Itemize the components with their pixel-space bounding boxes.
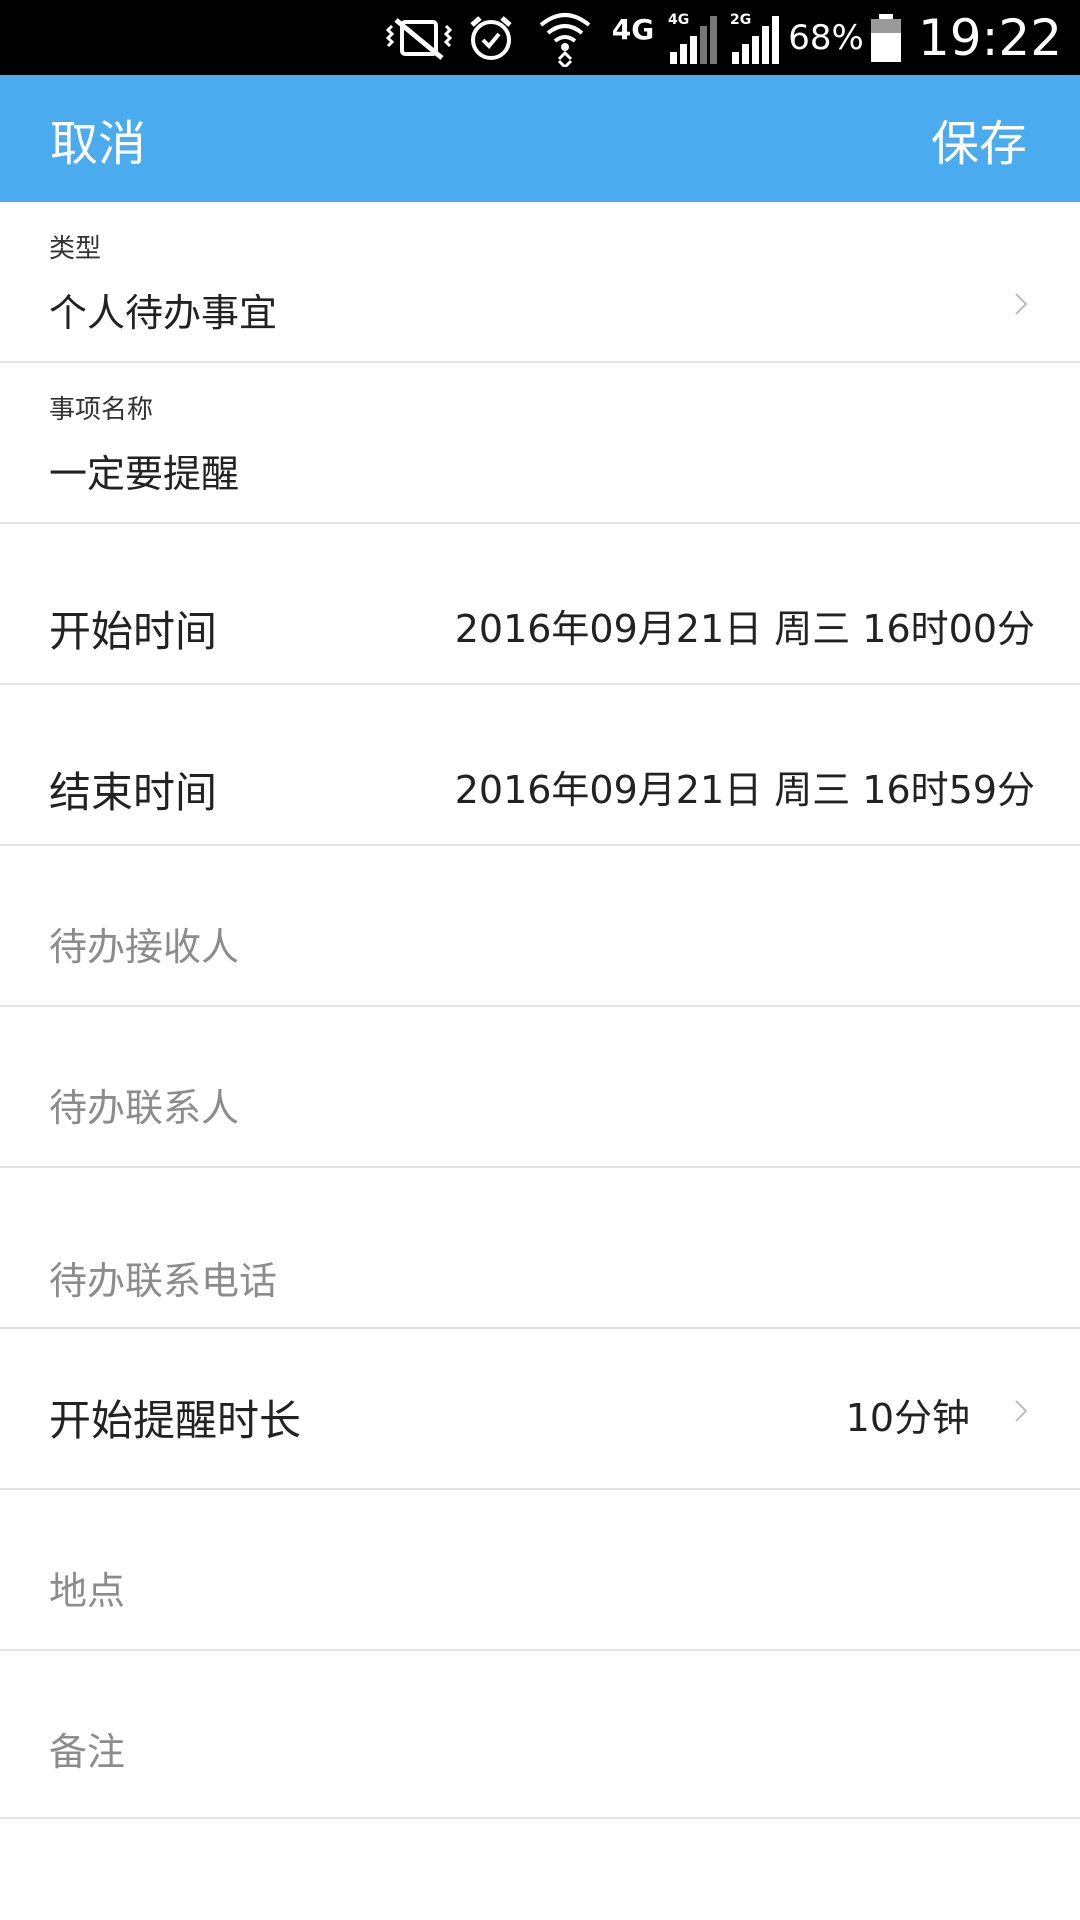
chevron-right-icon [1015,293,1028,315]
receiver-row[interactable]: 待办接收人 [0,846,1080,1007]
save-button[interactable]: 保存 [931,75,1027,202]
remark-input[interactable]: 备注 [49,1721,125,1776]
reminder-label: 开始提醒时长 [49,1396,302,1445]
reminder-value[interactable]: 10分钟 [846,1387,970,1442]
start-time-label: 开始时间 [49,607,218,656]
contact-input[interactable]: 待办联系人 [49,1077,239,1132]
location-input[interactable]: 地点 [49,1560,125,1615]
mute-vibrate-icon [384,0,454,75]
location-row[interactable]: 地点 [0,1490,1080,1651]
status-clock: 19:22 [917,8,1063,67]
item-name-row[interactable]: 事项名称 一定要提醒 [0,363,1080,524]
alarm-icon [463,0,519,75]
start-time-value[interactable]: 2016年09月21日 周三 16时00分 [455,598,1035,653]
type-value: 个人待办事宜 [49,291,278,335]
reminder-row[interactable]: 开始提醒时长 10分钟 [0,1329,1080,1490]
phone-row[interactable]: 待办联系电话 [0,1168,1080,1329]
item-name-label: 事项名称 [49,395,154,425]
status-bar: 4G 4G 2G 68% 19:22 [0,0,1080,75]
type-label: 类型 [49,234,102,264]
remark-row[interactable]: 备注 [0,1651,1080,1819]
end-time-label: 结束时间 [49,768,218,817]
contact-row[interactable]: 待办联系人 [0,1007,1080,1168]
end-time-row[interactable]: 结束时间 2016年09月21日 周三 16时59分 [0,685,1080,846]
chevron-right-icon [1015,1400,1028,1422]
wifi-icon [535,0,595,75]
cancel-button[interactable]: 取消 [50,75,146,202]
battery-icon [866,0,906,75]
app-bar: 取消 保存 [0,75,1080,202]
receiver-input[interactable]: 待办接收人 [49,916,239,971]
svg-text:4G: 4G [668,12,689,28]
start-time-row[interactable]: 开始时间 2016年09月21日 周三 16时00分 [0,524,1080,685]
phone-input[interactable]: 待办联系电话 [49,1250,277,1305]
svg-text:2G: 2G [730,12,751,28]
network-type-label: 4G [611,13,655,46]
battery-percent: 68% [788,17,864,58]
todo-form: 类型 个人待办事宜 事项名称 一定要提醒 开始时间 2016年09月21日 周三… [0,202,1080,1819]
signal-icon: 4G [665,0,723,75]
signal-icon: 2G [727,0,785,75]
type-row[interactable]: 类型 个人待办事宜 [0,202,1080,363]
item-name-input[interactable]: 一定要提醒 [49,443,239,498]
end-time-value[interactable]: 2016年09月21日 周三 16时59分 [455,759,1035,814]
